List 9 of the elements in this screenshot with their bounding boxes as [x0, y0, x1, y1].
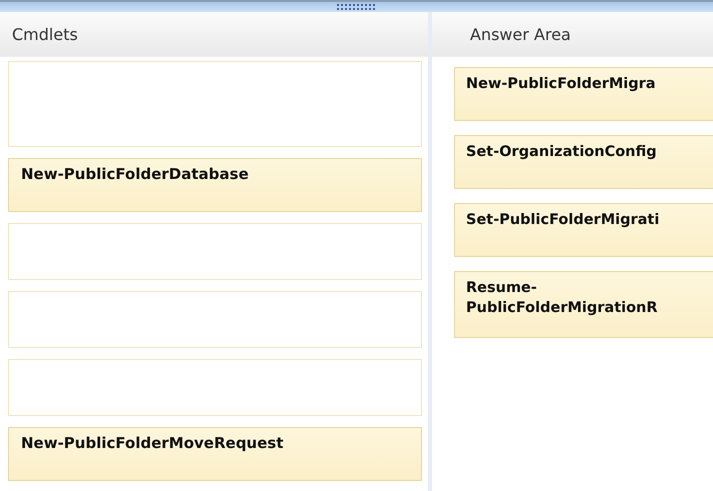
answer-item[interactable]: New-PublicFolderMigra [454, 67, 713, 121]
answer-item[interactable]: Set-OrganizationConfig [454, 135, 713, 189]
panel-header: Cmdlets [0, 12, 428, 57]
answer-item[interactable]: Resume- PublicFolderMigrationR [454, 271, 713, 338]
answer-item[interactable]: Set-PublicFolderMigrati [454, 203, 713, 257]
panel-header: Answer Area [432, 12, 713, 57]
cmdlet-item[interactable]: New-PublicFolderDatabase [8, 158, 422, 212]
grip-icon[interactable] [336, 4, 376, 10]
cmdlet-item[interactable]: New-PublicFolderMoveRequest [8, 427, 422, 481]
